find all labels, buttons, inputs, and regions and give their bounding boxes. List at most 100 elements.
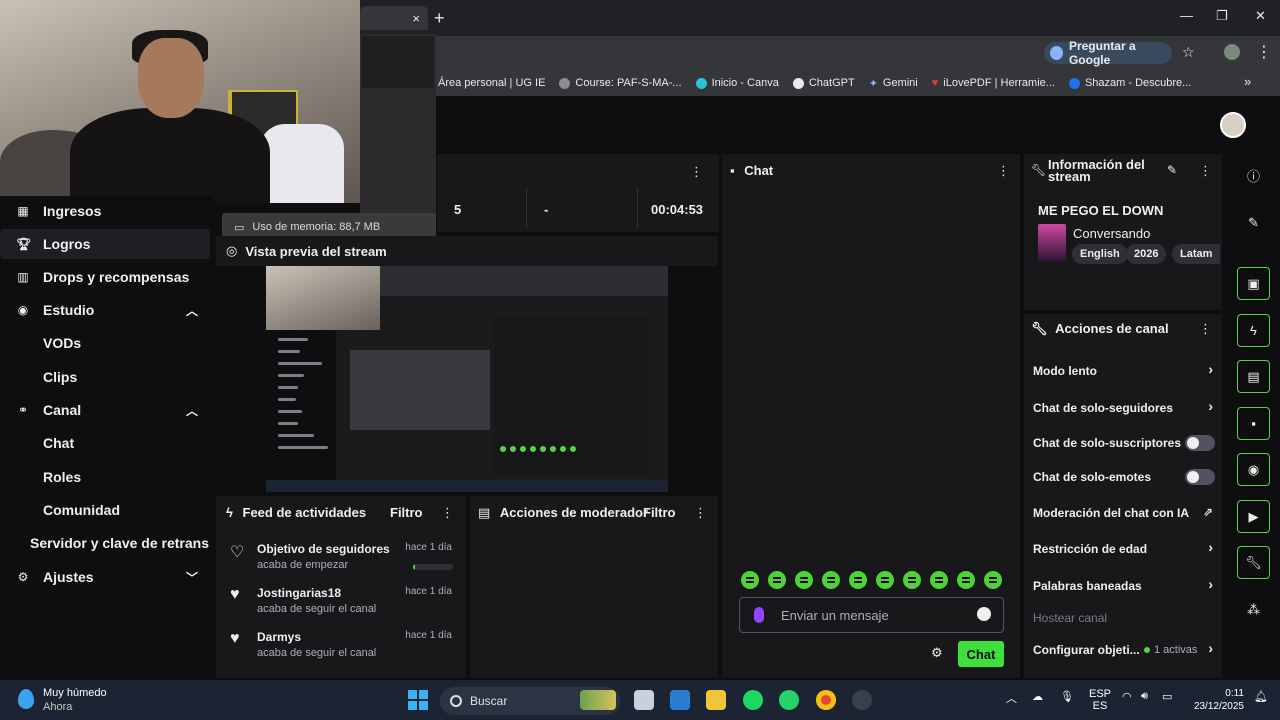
bookmarks-more-icon[interactable]: » [1244, 74, 1251, 89]
bookmark-item[interactable]: Course: PAF-S-MA-... [559, 77, 682, 89]
microphone-icon[interactable] [754, 607, 764, 623]
windows-start-icon[interactable] [408, 690, 428, 710]
close-window-button[interactable]: ✕ [1255, 8, 1266, 24]
sidebar-item-ingresos[interactable]: ▦ Ingresos [0, 196, 210, 226]
ai-moderation-row[interactable]: Moderación del chat con IA ⇗ [1033, 503, 1215, 525]
weather-title[interactable]: Muy húmedo [43, 687, 107, 699]
edit-icon[interactable]: ✎ [1167, 163, 1177, 177]
clock[interactable]: 0:11 23/12/2025 [1192, 687, 1244, 713]
sidebar-item-clips[interactable]: Clips [0, 362, 210, 392]
pencil-icon[interactable]: ✎ [1237, 206, 1270, 239]
weather-icon[interactable] [18, 689, 34, 709]
emote-icon[interactable] [849, 571, 867, 589]
add-panel-icon[interactable]: ⁂ [1237, 593, 1270, 626]
ask-google-button[interactable]: Preguntar a Google [1044, 39, 1172, 67]
task-view-icon[interactable] [634, 690, 654, 710]
more-options-icon[interactable]: ⋮ [690, 164, 703, 180]
widgets-icon[interactable] [580, 690, 616, 710]
bookmark-item[interactable]: ✦ Gemini [869, 77, 918, 90]
emote-icon[interactable] [795, 571, 813, 589]
more-options-icon[interactable]: ⋮ [1199, 321, 1212, 337]
more-options-icon[interactable]: ⋮ [694, 505, 707, 521]
sidebar-item-roles[interactable]: Roles [0, 462, 210, 492]
emote-icon[interactable] [822, 571, 840, 589]
sidebar-item-servidor[interactable]: Servidor y clave de retrans [0, 528, 210, 558]
sidebar-item-vods[interactable]: VODs [0, 328, 210, 358]
sidebar-item-ajustes[interactable]: ⚙ Ajustes ﹀ [0, 562, 210, 592]
browser-tab[interactable]: × [360, 6, 428, 30]
tab-close-icon[interactable]: × [412, 11, 420, 26]
emote-icon[interactable] [957, 571, 975, 589]
maximize-button[interactable]: ❐ [1216, 8, 1228, 24]
chat-message-input[interactable]: Enviar un mensaje [739, 597, 1004, 633]
bookmark-item[interactable]: Shazam - Descubre... [1068, 77, 1191, 89]
bookmark-item[interactable]: ♥ iLovePDF | Herramie... [932, 77, 1055, 89]
microphone-icon[interactable]: 🎙︎ [1060, 690, 1074, 703]
emotes-only-toggle[interactable] [1185, 469, 1215, 485]
file-explorer-icon[interactable] [706, 690, 726, 710]
browser-menu-icon[interactable]: ⋮ [1256, 42, 1272, 62]
avatar[interactable] [1220, 112, 1246, 138]
sidebar-item-comunidad[interactable]: Comunidad [0, 495, 210, 525]
bookmark-star-icon[interactable]: ☆ [1182, 44, 1195, 61]
extension-icon[interactable] [1224, 44, 1240, 60]
sidebar-item-chat[interactable]: Chat [0, 428, 210, 458]
more-options-icon[interactable]: ⋮ [1199, 163, 1212, 179]
activity-filter-button[interactable]: Filtro [390, 505, 423, 520]
notifications-icon[interactable]: 🔔︎ [1254, 690, 1268, 703]
sidebar-item-label: Drops y recompensas [43, 269, 190, 285]
stream-tag[interactable]: Latam [1172, 244, 1221, 264]
emote-icon[interactable] [876, 571, 894, 589]
emote-picker-icon[interactable] [977, 607, 991, 621]
volume-icon[interactable]: 🔊︎ [1141, 690, 1148, 703]
cloud-icon[interactable]: ☁ [1032, 690, 1043, 703]
bookmark-item[interactable]: Área personal | UG IE [438, 77, 545, 89]
emote-icon[interactable] [903, 571, 921, 589]
emote-icon[interactable] [984, 571, 1002, 589]
sidebar-item-logros[interactable]: 🏆︎ Logros [0, 229, 210, 259]
stream-tag[interactable]: English [1072, 244, 1128, 264]
info-icon[interactable]: ⓘ [1237, 159, 1270, 192]
sidebar-item-canal[interactable]: ⚭ Canal ︿ [0, 395, 210, 425]
bookmark-item[interactable]: Inicio - Canva [695, 77, 779, 89]
wrench-icon[interactable]: 🔧︎ [1237, 546, 1270, 579]
spotify-icon[interactable] [743, 690, 763, 710]
chat-send-button[interactable]: Chat [958, 641, 1004, 667]
bookmark-item[interactable]: ChatGPT [792, 77, 855, 89]
mod-filter-button[interactable]: Filtro [643, 505, 676, 520]
sidebar-item-estudio[interactable]: ◉ Estudio ︿ [0, 295, 210, 325]
obs-icon[interactable] [852, 690, 872, 710]
more-options-icon[interactable]: ⋮ [441, 505, 454, 521]
emote-icon[interactable] [768, 571, 786, 589]
chat-bubble-icon[interactable]: ▪ [1237, 407, 1270, 440]
age-restriction-row[interactable]: Restricción de edad › [1033, 539, 1215, 561]
list-item[interactable]: ♥ Jostingarias18 acaba de seguir el cana… [230, 586, 456, 626]
subscribers-only-toggle[interactable] [1185, 435, 1215, 451]
battery-icon[interactable]: ▭ [1162, 690, 1172, 703]
document-icon[interactable]: ▤ [1237, 360, 1270, 393]
wifi-icon[interactable]: ◠ [1122, 690, 1132, 703]
stream-tag[interactable]: 2026 [1126, 244, 1167, 264]
emote-icon[interactable] [930, 571, 948, 589]
sidebar-item-drops[interactable]: ▥ Drops y recompensas [0, 262, 210, 292]
minimize-button[interactable]: — [1180, 8, 1193, 23]
emote-icon[interactable] [741, 571, 759, 589]
stream-preview-video[interactable] [266, 266, 668, 492]
slow-mode-row[interactable]: Modo lento › [1033, 361, 1215, 383]
list-item[interactable]: ♡ Objetivo de seguidores acaba de empeza… [230, 542, 456, 582]
new-tab-button[interactable]: + [434, 8, 445, 29]
chat-settings-icon[interactable]: ⚙ [931, 645, 943, 661]
followers-only-row[interactable]: Chat de solo-seguidores › [1033, 398, 1215, 420]
broadcast-icon[interactable]: ◉ [1237, 453, 1270, 486]
banned-words-row[interactable]: Palabras baneadas › [1033, 576, 1215, 598]
preview-icon[interactable]: ▣ [1237, 267, 1270, 300]
tray-chevron-icon[interactable]: ︿ [1006, 690, 1017, 706]
chrome-icon[interactable] [816, 690, 836, 710]
more-options-icon[interactable]: ⋮ [997, 163, 1010, 179]
video-icon[interactable]: ▶ [1237, 500, 1270, 533]
list-item[interactable]: ♥ Darmys acaba de seguir el canal hace 1… [230, 630, 456, 670]
language-indicator[interactable]: ESP ES [1089, 688, 1111, 712]
whatsapp-icon[interactable] [779, 690, 799, 710]
lightning-icon[interactable]: ϟ [1237, 314, 1270, 347]
store-icon[interactable] [670, 690, 690, 710]
